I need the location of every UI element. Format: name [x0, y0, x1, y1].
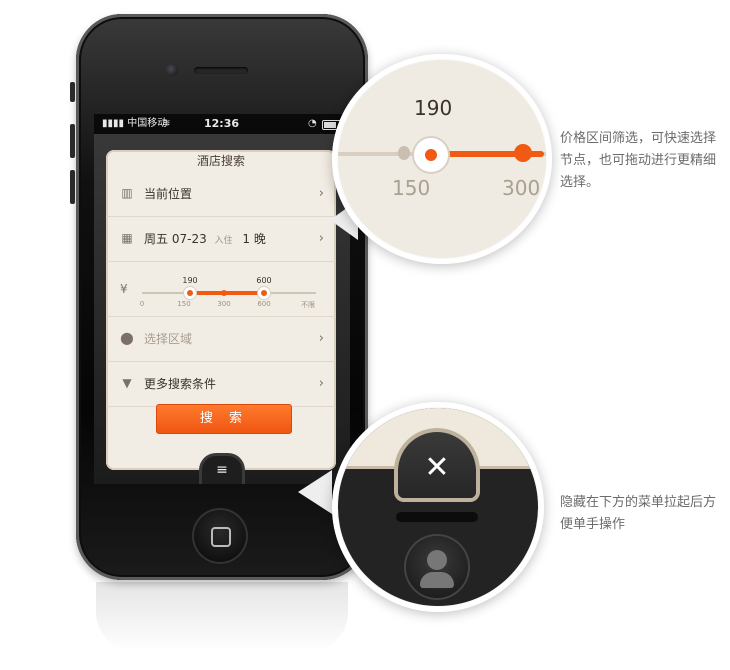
- tick-label: 600: [257, 300, 271, 308]
- low-value-label: 190: [182, 276, 198, 285]
- tick-label: 0: [139, 300, 145, 308]
- phone-reflection: [96, 582, 348, 652]
- tick-label: 300: [217, 300, 231, 308]
- more-conditions-row[interactable]: ▼ 更多搜索条件 ›: [106, 362, 336, 407]
- nights-value: 1 晚: [242, 232, 266, 246]
- status-time: 12:36: [204, 117, 240, 130]
- slider-caption: 价格区间筛选，可快速选择节点，也可拖动进行更精细选择。: [560, 131, 717, 190]
- slider-knob-high[interactable]: [257, 286, 271, 300]
- area-placeholder: 选择区域: [144, 332, 193, 346]
- chevron-right-icon: ›: [318, 331, 324, 346]
- menu-toggle-button[interactable]: ≡: [202, 456, 242, 484]
- more-conditions-label: 更多搜索条件: [144, 377, 217, 391]
- date-text: 周五 07-23 入住 1 晚: [144, 217, 266, 263]
- card-title: 酒店搜索: [196, 154, 245, 168]
- user-avatar-icon: [406, 536, 468, 598]
- menu-icon: ≡: [216, 462, 228, 478]
- location-pin-icon: ⬤: [120, 331, 134, 345]
- tick-label: 不限: [301, 301, 315, 309]
- search-button[interactable]: 搜 索: [156, 404, 292, 434]
- hotel-search-card: 酒店搜索 ▥ 当前位置 › ▦ 周五 07-23 入住 1 晚 › ¥ 190 …: [106, 150, 336, 470]
- price-slider[interactable]: ¥ 190 600 0 150 300 600 不限: [106, 268, 336, 317]
- speaker-grille: [194, 67, 248, 74]
- camera-icon: [166, 64, 178, 76]
- volume-button: [70, 124, 75, 158]
- date-row[interactable]: ▦ 周五 07-23 入住 1 晚 ›: [106, 217, 336, 262]
- chevron-right-icon: ›: [318, 186, 324, 201]
- zoom-menu-view: ✕: [338, 408, 538, 606]
- home-button[interactable]: [192, 508, 248, 564]
- calendar-icon: ▦: [121, 231, 133, 245]
- building-icon: ▥: [121, 186, 133, 200]
- high-value-label: 600: [256, 276, 272, 285]
- wifi-icon: ≋: [162, 118, 171, 129]
- phone-screen: ▮▮▮▮ 中国移动 ≋ 12:36 ◔ 酒店搜索 ▥ 当前位置 › ▦ 周五 0…: [94, 114, 350, 484]
- zoom-value-label: 190: [414, 96, 453, 120]
- zoom-slider-node: [398, 146, 410, 160]
- chevron-right-icon: ›: [318, 376, 324, 391]
- menu-caption: 隐藏在下方的菜单拉起后方便单手操作: [560, 495, 717, 532]
- slider-zoom-callout: 190 150 300: [332, 54, 552, 264]
- weekday: 周五: [144, 232, 169, 246]
- carrier-label: ▮▮▮▮ 中国移动: [102, 118, 168, 129]
- volume-button: [70, 82, 75, 102]
- location-row[interactable]: ▥ 当前位置 ›: [106, 172, 336, 217]
- slider-node[interactable]: [221, 290, 227, 296]
- rotation-lock-icon: ◔: [308, 118, 317, 129]
- chevron-right-icon: ›: [318, 231, 324, 246]
- zoom-slider-view: 190 150 300: [338, 60, 546, 258]
- area-row[interactable]: ⬤ 选择区域 ›: [106, 317, 336, 362]
- callout-pointer: [298, 470, 332, 514]
- zoom-slider-knob: [412, 136, 450, 174]
- home-icon: [211, 527, 231, 547]
- zoom-slot: [396, 512, 478, 522]
- filter-icon: ▼: [122, 376, 132, 390]
- slider-knob-low[interactable]: [183, 286, 197, 300]
- volume-button: [70, 170, 75, 204]
- date-value: 07-23: [171, 232, 207, 246]
- zoom-tick-label: 150: [392, 176, 431, 200]
- menu-zoom-callout: ✕: [332, 402, 544, 612]
- yen-icon: ¥: [120, 282, 128, 296]
- tick-label: 150: [177, 300, 191, 308]
- status-bar: ▮▮▮▮ 中国移动 ≋ 12:36 ◔: [94, 114, 350, 134]
- zoom-tick-label: 300: [502, 176, 541, 200]
- zoom-slider-node: [514, 144, 532, 162]
- location-label: 当前位置: [144, 187, 193, 201]
- checkin-label: 入住: [214, 236, 233, 246]
